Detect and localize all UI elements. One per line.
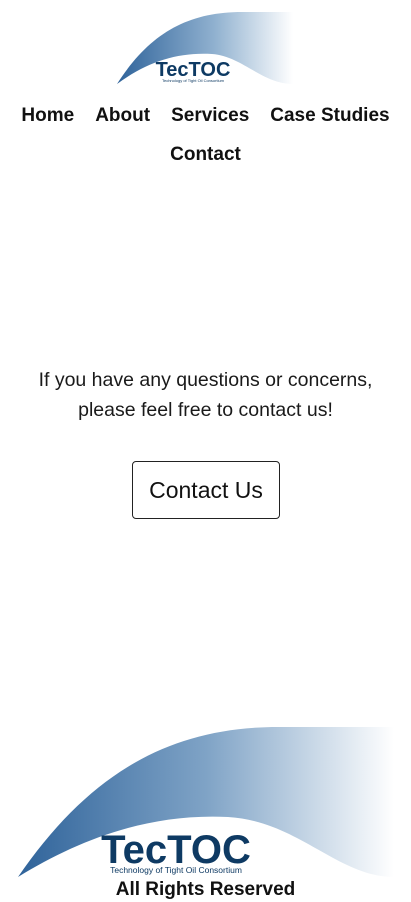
nav-link-about[interactable]: About	[95, 96, 150, 135]
footer-copyright: All Rights Reserved	[115, 879, 296, 900]
contact-message-line-2: please feel free to contact us!	[78, 399, 333, 421]
header-logo[interactable]: TecTOC Technology of Tight Oil Consortiu…	[117, 12, 293, 84]
contact-message-line-1: If you have any questions or concerns,	[38, 369, 373, 391]
nav-link-home[interactable]: Home	[21, 96, 74, 135]
footer-logo-swoosh-graphic: TecTOC Technology of Tight Oil Consortiu…	[18, 727, 394, 877]
logo-tagline: Technology of Tight Oil Consortium	[162, 78, 225, 83]
nav-row-primary: Home About Services Case Studies	[0, 96, 411, 135]
nav-link-contact[interactable]: Contact	[170, 135, 241, 174]
contact-message: If you have any questions or concerns, p…	[10, 365, 401, 425]
nav-row-secondary: Contact	[0, 135, 411, 174]
footer-logo: TecTOC Technology of Tight Oil Consortiu…	[18, 725, 394, 877]
footer-logo-tagline: Technology of Tight Oil Consortium	[110, 865, 242, 875]
nav-link-services[interactable]: Services	[171, 96, 249, 135]
contact-us-button[interactable]: Contact Us	[132, 461, 280, 519]
nav-link-case-studies[interactable]: Case Studies	[270, 96, 389, 135]
logo-swoosh-graphic: TecTOC Technology of Tight Oil Consortiu…	[117, 12, 293, 84]
main-nav: Home About Services Case Studies Contact	[0, 96, 411, 174]
